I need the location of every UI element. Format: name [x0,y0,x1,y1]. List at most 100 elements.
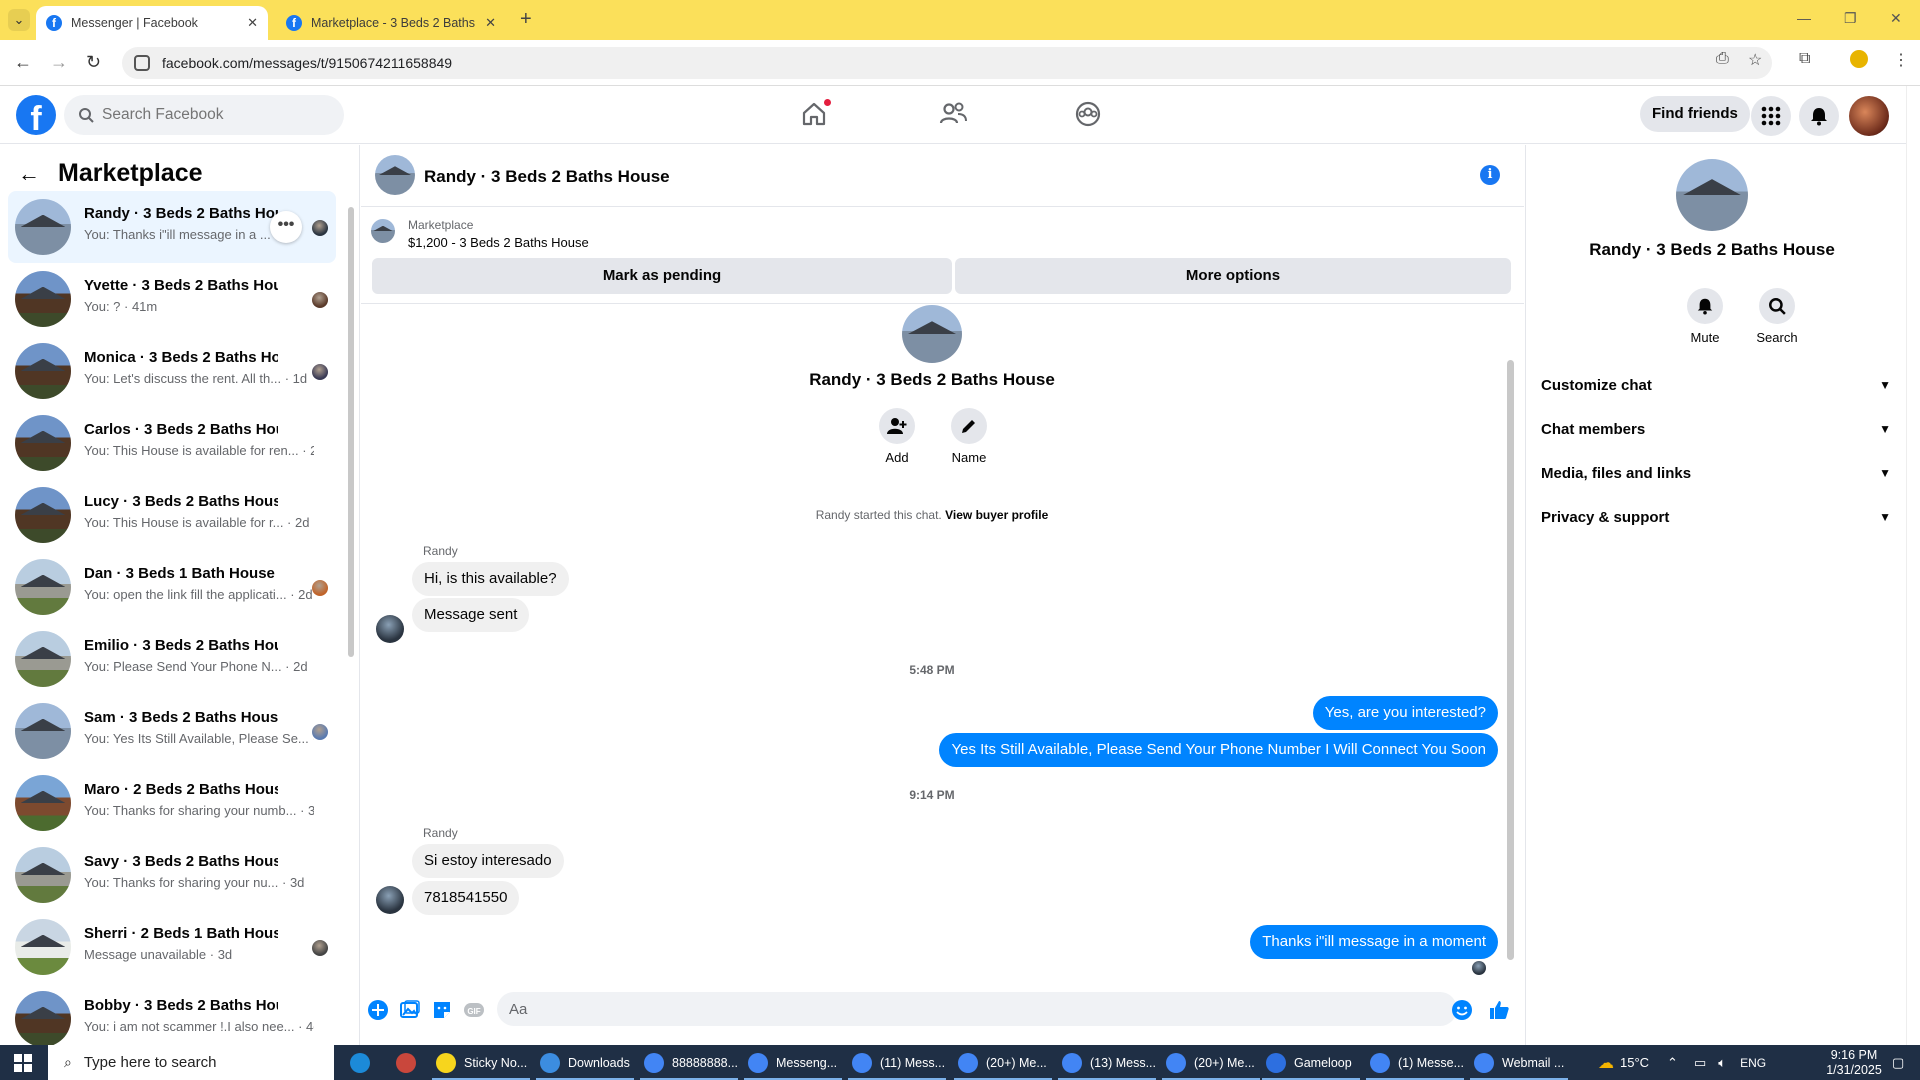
notifications-bell-icon[interactable] [1799,96,1839,136]
conversation-item[interactable]: Savy · 3 Beds 2 Baths House You: Thanks f… [8,839,336,911]
back-arrow-icon[interactable]: ← [18,161,40,187]
notifications-icon[interactable]: ▢ [1892,1045,1904,1080]
facebook-logo-icon[interactable]: f [16,95,56,135]
taskbar-search[interactable]: ⌕ Type here to search [48,1045,334,1080]
message-input[interactable] [497,992,1457,1026]
friends-icon[interactable] [938,100,968,130]
taskbar-app-button[interactable]: (20+) Me... [954,1049,1052,1080]
conversation-item[interactable]: Monica · 3 Beds 2 Baths House You: Let's … [8,335,336,407]
taskbar-app-button[interactable]: Gameloop [1262,1049,1360,1080]
browser-menu-icon[interactable]: ⋮ [1893,50,1909,70]
url-field[interactable]: facebook.com/messages/t/9150674211658849 [122,47,1772,79]
browser-tab-marketplace[interactable]: f Marketplace - 3 Beds 2 Baths H ✕ [276,6,506,40]
incoming-message[interactable]: Message sent [412,598,530,632]
minimize-icon[interactable]: — [1797,10,1811,26]
details-avatar[interactable] [1676,159,1748,231]
photo-icon[interactable] [399,999,421,1021]
more-options-button[interactable]: More options [955,258,1511,294]
windows-start-icon[interactable] [14,1054,32,1072]
mark-as-pending-button[interactable]: Mark as pending [372,258,952,294]
install-app-icon[interactable]: ⎙ [1716,50,1729,68]
taskbar-app-button[interactable]: (11) Mess... [848,1049,946,1080]
account-avatar[interactable] [1849,96,1889,136]
sidebar-scrollbar[interactable] [346,195,356,1045]
taskbar-app-button[interactable]: Sticky No... [432,1049,530,1080]
chat-title[interactable]: Randy · 3 Beds 2 Baths House [424,167,670,187]
taskbar-app-button[interactable]: (1) Messe... [1366,1049,1464,1080]
taskbar-app-button[interactable]: Webmail ... [1470,1049,1568,1080]
chat-avatar[interactable] [375,155,415,195]
forward-icon[interactable]: → [50,52,68,73]
network-icon[interactable]: ▭ [1694,1055,1706,1071]
tray-chevron-icon[interactable]: ⌃ [1667,1055,1678,1071]
privacy-support-section[interactable]: Privacy & support ▼ [1541,497,1891,537]
info-icon[interactable]: i [1480,165,1500,185]
sticker-icon[interactable] [431,999,453,1021]
taskbar-app-button[interactable]: (13) Mess... [1058,1049,1156,1080]
site-info-icon[interactable] [134,55,150,71]
conversation-item[interactable]: Maro · 2 Beds 2 Baths House You: Thanks f… [8,767,336,839]
outgoing-message[interactable]: Yes, are you interested? [1312,696,1498,730]
listing-price-title[interactable]: $1,200 - 3 Beds 2 Baths House [408,235,589,250]
mute-button[interactable]: Mute [1675,288,1735,345]
home-icon[interactable] [800,98,832,130]
outgoing-message[interactable]: Yes Its Still Available, Please Send You… [939,733,1498,767]
view-buyer-profile-link[interactable]: View buyer profile [945,508,1048,522]
taskbar-app-button[interactable]: 88888888... [640,1049,738,1080]
search-input[interactable] [102,106,302,124]
app-icon[interactable] [392,1049,424,1076]
taskbar-app-button[interactable]: Downloads [536,1049,634,1080]
conversation-item[interactable]: Bobby · 3 Beds 2 Baths House You: i am no… [8,983,336,1045]
incoming-message[interactable]: 7818541550 [412,881,520,915]
menu-grid-icon[interactable] [1751,96,1791,136]
back-icon[interactable]: ← [14,52,32,73]
conversation-item[interactable]: Yvette · 3 Beds 2 Baths House You: ? · 41… [8,263,336,335]
plus-circle-icon[interactable] [367,999,389,1021]
gif-icon[interactable]: GIF [463,999,485,1021]
messages-scrollbar[interactable] [1503,305,1517,980]
temperature[interactable]: 15°C [1620,1055,1649,1070]
language-indicator[interactable]: ENG [1740,1056,1766,1070]
edit-name-button[interactable]: Name [939,408,999,465]
conversation-item[interactable]: Emilio · 3 Beds 2 Baths House You: Please… [8,623,336,695]
incoming-message[interactable]: Si estoy interesado [412,844,564,878]
browser-tab-messenger[interactable]: f Messenger | Facebook ✕ [36,6,268,40]
close-icon[interactable]: ✕ [485,15,496,31]
groups-icon[interactable] [1074,100,1104,130]
conversation-item[interactable]: Sherri · 2 Beds 1 Bath House Message unav… [8,911,336,983]
thumbs-up-icon[interactable] [1488,999,1510,1021]
system-clock[interactable]: 9:16 PM 1/31/2025 [1816,1048,1892,1078]
sender-avatar[interactable] [376,615,404,643]
new-tab-button[interactable]: + [520,8,532,31]
conversation-item[interactable]: Lucy · 3 Beds 2 Baths House You: This Hou… [8,479,336,551]
facebook-search[interactable] [64,95,344,135]
taskbar-app-button[interactable]: (20+) Me... [1162,1049,1260,1080]
edge-app-icon[interactable] [346,1049,378,1076]
conversation-item[interactable]: Carlos · 3 Beds 2 Baths House You: This H… [8,407,336,479]
bookmark-star-icon[interactable]: ☆ [1748,50,1762,70]
weather-icon[interactable]: ☁ [1598,1053,1614,1073]
extensions-icon[interactable]: ⧉ [1799,50,1810,68]
search-in-chat-button[interactable]: Search [1747,288,1807,345]
find-friends-button[interactable]: Find friends [1640,96,1750,132]
more-options-icon[interactable]: ••• [270,211,302,243]
tab-search-button[interactable]: ⌄ [8,9,30,31]
volume-icon[interactable]: 🔈︎ [1718,1055,1726,1071]
page-scrollbar[interactable] [1906,86,1920,1045]
outgoing-message[interactable]: Thanks i"ill message in a moment [1250,925,1498,959]
restore-icon[interactable]: ❐ [1844,10,1857,27]
media-files-links-section[interactable]: Media, files and links ▼ [1541,453,1891,493]
emoji-icon[interactable] [1451,999,1473,1021]
listing-thumbnail[interactable] [371,219,395,243]
sender-avatar[interactable] [376,886,404,914]
conversation-item[interactable]: Sam · 3 Beds 2 Baths House You: Yes Its S… [8,695,336,767]
chat-members-section[interactable]: Chat members ▼ [1541,409,1891,449]
conversation-item[interactable]: Dan · 3 Beds 1 Bath House You: open the l… [8,551,336,623]
add-people-button[interactable]: Add [867,408,927,465]
reload-icon[interactable]: ↻ [86,52,101,73]
close-icon[interactable]: ✕ [247,15,258,31]
customize-chat-section[interactable]: Customize chat ▼ [1541,365,1891,405]
incoming-message[interactable]: Hi, is this available? [412,562,569,596]
browser-profile-icon[interactable] [1850,50,1868,68]
window-close-icon[interactable]: ✕ [1890,10,1902,27]
